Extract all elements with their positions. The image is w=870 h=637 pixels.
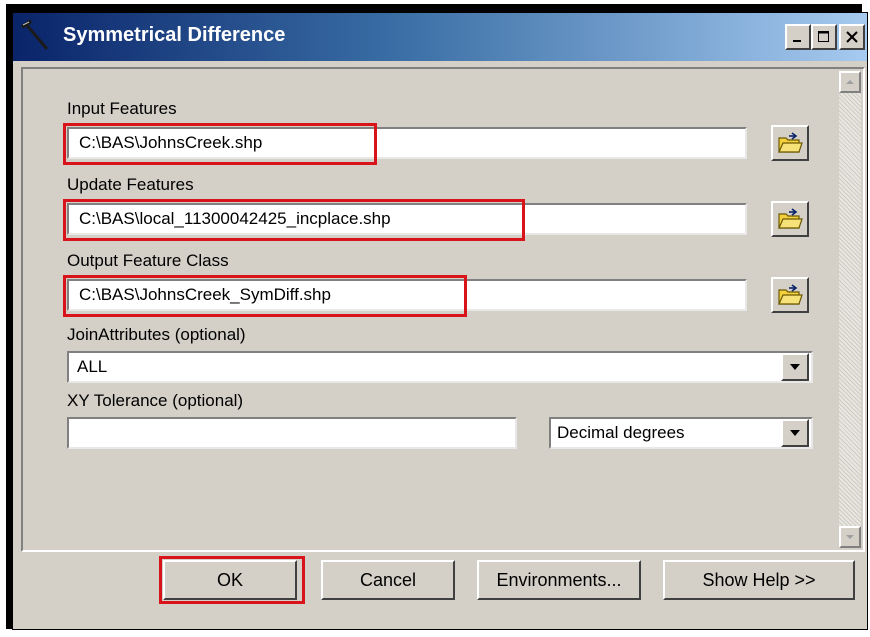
maximize-icon: [818, 31, 829, 42]
update-features-field[interactable]: C:\BAS\local_11300042425_incplace.shp: [67, 203, 747, 235]
scroll-down-icon: [846, 535, 854, 539]
open-folder-icon: [778, 284, 803, 305]
parameters-panel: Input Features C:\BAS\JohnsCreek.shp Upd…: [21, 67, 865, 552]
chevron-down-icon: [790, 430, 800, 436]
join-attributes-dropdown-button[interactable]: [781, 353, 809, 381]
maximize-button[interactable]: [811, 24, 837, 50]
xy-tolerance-unit-select[interactable]: Decimal degrees: [549, 417, 813, 449]
environments-button[interactable]: Environments...: [477, 560, 641, 600]
xy-tolerance-unit-dropdown-button[interactable]: [781, 419, 809, 447]
ok-button[interactable]: OK: [163, 560, 297, 600]
close-button[interactable]: [839, 24, 865, 50]
join-attributes-label: JoinAttributes (optional): [67, 325, 246, 344]
minimize-icon: [793, 40, 801, 42]
title-bar[interactable]: Symmetrical Difference: [13, 13, 867, 61]
close-icon: [846, 31, 858, 43]
open-folder-icon: [778, 132, 803, 153]
minimize-button[interactable]: [785, 24, 811, 50]
input-features-browse-button[interactable]: [771, 125, 809, 161]
xy-tolerance-label: XY Tolerance (optional): [67, 391, 244, 410]
xy-tolerance-input[interactable]: [67, 417, 517, 449]
input-features-field[interactable]: C:\BAS\JohnsCreek.shp: [67, 127, 747, 159]
join-attributes-select[interactable]: ALL: [67, 351, 813, 383]
symmetrical-difference-dialog: Symmetrical Difference Input Features C:…: [12, 12, 868, 630]
tool-hammer-icon: [20, 19, 49, 50]
chevron-down-icon: [790, 364, 800, 370]
vertical-scrollbar[interactable]: [839, 71, 861, 548]
show-help-button[interactable]: Show Help >>: [663, 560, 855, 600]
output-feature-class-browse-button[interactable]: [771, 277, 809, 313]
output-feature-class-field[interactable]: C:\BAS\JohnsCreek_SymDiff.shp: [67, 279, 747, 311]
window-title: Symmetrical Difference: [63, 24, 286, 46]
scroll-down-button[interactable]: [839, 526, 861, 548]
open-folder-icon: [778, 208, 803, 229]
scroll-up-icon: [846, 80, 854, 84]
input-features-label: Input Features: [67, 99, 177, 118]
cancel-button[interactable]: Cancel: [321, 560, 455, 600]
output-feature-class-label: Output Feature Class: [67, 251, 229, 270]
scroll-up-button[interactable]: [839, 71, 861, 93]
update-features-browse-button[interactable]: [771, 201, 809, 237]
update-features-label: Update Features: [67, 175, 194, 194]
